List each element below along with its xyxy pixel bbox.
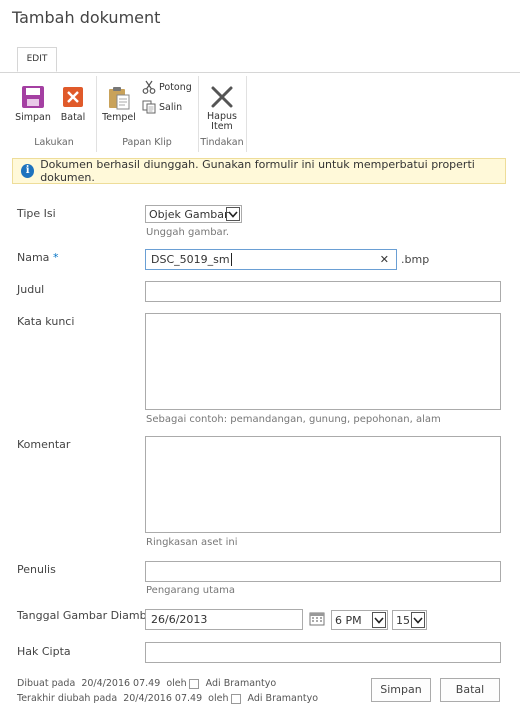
content-type-select[interactable]: Objek Gambar: [145, 205, 242, 223]
modified-info: Terakhir diubah pada 20/4/2016 07.49 ole…: [17, 693, 319, 704]
ribbon-group-tindakan: Hapus Item Tindakan: [198, 76, 247, 152]
info-message-bar: i Dokumen berhasil diunggah. Gunakan for…: [12, 158, 506, 184]
ribbon: Simpan Batal Lakukan Tempel Potong Salin…: [0, 72, 520, 154]
date-taken-input[interactable]: 26/6/2013: [145, 609, 303, 630]
minute-select[interactable]: 15: [392, 610, 427, 630]
name-input[interactable]: DSC_5019_sm ✕: [145, 249, 397, 270]
keywords-label: Kata kunci: [17, 315, 75, 328]
clear-icon[interactable]: ✕: [380, 253, 389, 266]
content-type-hint: Unggah gambar.: [146, 227, 230, 238]
group-label-papan-klip: Papan Klip: [122, 137, 172, 148]
presence-icon: [230, 693, 241, 704]
name-label: Nama *: [17, 251, 59, 264]
author-input[interactable]: [145, 561, 501, 582]
ribbon-tabstrip: EDIT: [0, 43, 520, 73]
info-message-text: Dokumen berhasil diunggah. Gunakan formu…: [40, 158, 475, 184]
comments-textarea[interactable]: [145, 436, 501, 533]
page-title: Tambah dokument: [12, 8, 161, 27]
delete-item-button[interactable]: Hapus Item: [203, 78, 241, 132]
copyright-input[interactable]: [145, 642, 501, 663]
tab-edit[interactable]: EDIT: [17, 47, 57, 72]
group-label-lakukan: Lakukan: [34, 137, 74, 148]
author-hint: Pengarang utama: [146, 585, 235, 596]
cancel-button[interactable]: Batal: [440, 678, 500, 702]
paste-icon: [106, 84, 132, 110]
calendar-icon[interactable]: [309, 611, 325, 629]
ribbon-cancel-button[interactable]: Batal: [56, 78, 90, 123]
created-by-user[interactable]: Adi Bramantyo: [206, 678, 277, 689]
chevron-down-icon: [226, 207, 240, 221]
author-label: Penulis: [17, 563, 56, 576]
ribbon-group-papan-klip: Tempel Potong Salin Papan Klip: [96, 76, 199, 152]
ribbon-group-lakukan: Simpan Batal Lakukan: [12, 76, 97, 152]
copy-icon: [142, 100, 156, 114]
group-label-tindakan: Tindakan: [200, 137, 244, 148]
created-info: Dibuat pada 20/4/2016 07.49 oleh Adi Bra…: [17, 678, 277, 689]
ribbon-save-button[interactable]: Simpan: [14, 78, 52, 123]
presence-icon: [188, 678, 199, 689]
date-taken-label: Tanggal Gambar Diambil: [17, 609, 153, 622]
scissors-icon: [142, 80, 156, 94]
delete-x-icon: [209, 84, 235, 110]
title-input[interactable]: [145, 281, 501, 302]
chevron-down-icon: [372, 612, 386, 628]
save-icon: [20, 84, 46, 110]
paste-button[interactable]: Tempel: [100, 78, 138, 123]
copyright-label: Hak Cipta: [17, 645, 71, 658]
save-button[interactable]: Simpan: [371, 678, 431, 702]
cancel-icon: [60, 84, 86, 110]
cut-button[interactable]: Potong: [142, 80, 192, 94]
comments-hint: Ringkasan aset ini: [146, 537, 238, 548]
comments-label: Komentar: [17, 438, 71, 451]
title-label: Judul: [17, 283, 45, 296]
content-type-label: Tipe Isi: [17, 207, 56, 220]
modified-by-user[interactable]: Adi Bramantyo: [248, 693, 319, 704]
info-icon: i: [21, 164, 35, 178]
keywords-hint: Sebagai contoh: pemandangan, gunung, pep…: [146, 414, 441, 425]
required-asterisk: *: [52, 251, 59, 264]
hour-select[interactable]: 6 PM: [331, 610, 388, 630]
text-cursor: [230, 253, 232, 266]
keywords-textarea[interactable]: [145, 313, 501, 410]
chevron-down-icon: [411, 612, 425, 628]
copy-button[interactable]: Salin: [142, 100, 182, 114]
file-extension: .bmp: [401, 253, 430, 266]
